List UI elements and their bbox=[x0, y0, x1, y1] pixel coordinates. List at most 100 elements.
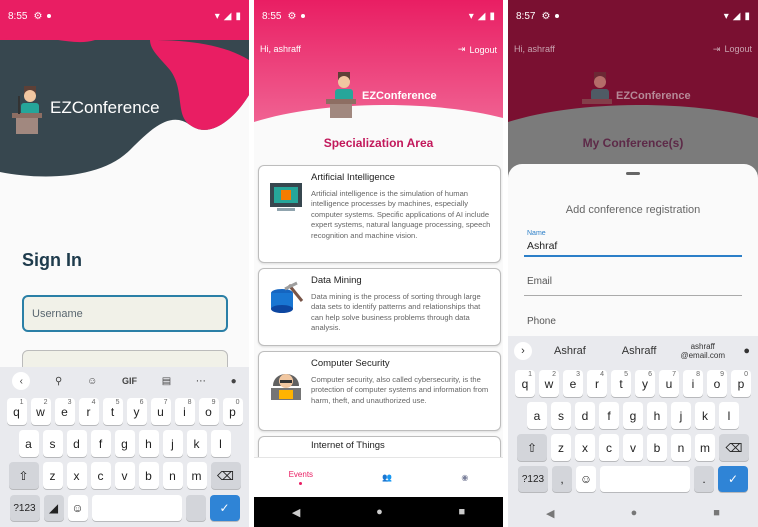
key-b[interactable]: b bbox=[647, 434, 667, 461]
key-u[interactable]: u7 bbox=[150, 398, 171, 425]
people-icon[interactable]: 👥 bbox=[382, 473, 392, 482]
emoji-key[interactable]: ☺ bbox=[67, 495, 88, 521]
key-z[interactable]: z bbox=[42, 462, 63, 489]
key-o[interactable]: o9 bbox=[707, 370, 727, 397]
key-e[interactable]: e3 bbox=[563, 370, 583, 397]
gif-button[interactable]: GIF bbox=[122, 376, 137, 386]
space-key[interactable] bbox=[91, 495, 182, 521]
key-t[interactable]: t5 bbox=[611, 370, 631, 397]
chevron-left-icon[interactable]: ‹ bbox=[12, 372, 31, 390]
key-i[interactable]: i8 bbox=[683, 370, 703, 397]
key-l[interactable]: l bbox=[210, 430, 231, 457]
key-v[interactable]: v bbox=[114, 462, 135, 489]
home-icon[interactable]: ● bbox=[631, 507, 638, 519]
nav-events[interactable]: Events bbox=[289, 470, 313, 485]
card-data-mining[interactable]: Data Mining Data mining is the process o… bbox=[258, 268, 501, 346]
key-x[interactable]: x bbox=[575, 434, 595, 461]
key-c[interactable]: c bbox=[599, 434, 619, 461]
key-q[interactable]: q1 bbox=[6, 398, 27, 425]
suggestion-2[interactable]: Ashraff bbox=[622, 345, 657, 357]
suggestion-1[interactable]: Ashraf bbox=[554, 345, 586, 357]
key-e[interactable]: e3 bbox=[54, 398, 75, 425]
key-f[interactable]: f bbox=[90, 430, 111, 457]
key-f[interactable]: f bbox=[599, 402, 619, 429]
shift-key[interactable]: ⇧ bbox=[8, 462, 39, 489]
key-h[interactable]: h bbox=[138, 430, 159, 457]
back-icon[interactable]: ◀ bbox=[292, 506, 300, 519]
period-key[interactable]: . bbox=[694, 466, 714, 492]
card-artificial-intelligence[interactable]: Artificial Intelligence Artificial intel… bbox=[258, 165, 501, 263]
key-x[interactable]: x bbox=[66, 462, 87, 489]
more-icon[interactable]: ⋯ bbox=[196, 376, 206, 387]
recents-icon[interactable]: ■ bbox=[458, 506, 465, 518]
sheet-drag-handle[interactable] bbox=[626, 172, 640, 175]
key-j[interactable]: j bbox=[671, 402, 691, 429]
back-icon[interactable]: ◀ bbox=[546, 507, 554, 520]
emoji-key[interactable]: ☺ bbox=[576, 466, 596, 492]
mic-icon[interactable]: ● bbox=[231, 376, 237, 387]
key-a[interactable]: a bbox=[18, 430, 39, 457]
key-r[interactable]: r4 bbox=[78, 398, 99, 425]
name-input[interactable]: Ashraf bbox=[527, 240, 557, 252]
key-v[interactable]: v bbox=[623, 434, 643, 461]
key-s[interactable]: s bbox=[551, 402, 571, 429]
key-n[interactable]: n bbox=[162, 462, 183, 489]
key-m[interactable]: m bbox=[695, 434, 715, 461]
profile-icon[interactable]: ◉ bbox=[461, 473, 468, 482]
key-n[interactable]: n bbox=[671, 434, 691, 461]
key-r[interactable]: r4 bbox=[587, 370, 607, 397]
sticker-icon[interactable]: ☺ bbox=[87, 376, 97, 387]
card-computer-security[interactable]: Computer Security Computer security, als… bbox=[258, 351, 501, 431]
key-h[interactable]: h bbox=[647, 402, 667, 429]
key-t[interactable]: t5 bbox=[102, 398, 123, 425]
suggestion-email[interactable]: ashraff @email.com bbox=[680, 342, 725, 360]
key-w[interactable]: w2 bbox=[30, 398, 51, 425]
enter-key[interactable]: ✓ bbox=[209, 495, 240, 521]
recents-icon[interactable]: ■ bbox=[713, 507, 720, 519]
key-y[interactable]: y6 bbox=[126, 398, 147, 425]
key-k[interactable]: k bbox=[695, 402, 715, 429]
key-g[interactable]: g bbox=[114, 430, 135, 457]
pointer-key[interactable]: ◢ bbox=[43, 495, 64, 521]
phone-input[interactable]: Phone bbox=[527, 316, 556, 327]
key-s[interactable]: s bbox=[42, 430, 63, 457]
key-p[interactable]: p0 bbox=[731, 370, 751, 397]
mic-icon[interactable]: ● bbox=[743, 345, 750, 357]
home-icon[interactable]: ● bbox=[376, 506, 383, 518]
clipboard-icon[interactable]: ▤ bbox=[162, 376, 171, 387]
backspace-key[interactable]: ⌫ bbox=[210, 462, 241, 489]
key-j[interactable]: j bbox=[162, 430, 183, 457]
backspace-key[interactable]: ⌫ bbox=[719, 434, 749, 461]
key-b[interactable]: b bbox=[138, 462, 159, 489]
key-c[interactable]: c bbox=[90, 462, 111, 489]
enter-key[interactable]: ✓ bbox=[718, 466, 748, 492]
key-q[interactable]: q1 bbox=[515, 370, 535, 397]
key-g[interactable]: g bbox=[623, 402, 643, 429]
comma-key[interactable]: , bbox=[552, 466, 572, 492]
symbols-key[interactable]: ?123 bbox=[9, 495, 40, 521]
key-a[interactable]: a bbox=[527, 402, 547, 429]
email-input[interactable]: Email bbox=[527, 276, 552, 287]
key-p[interactable]: p0 bbox=[222, 398, 243, 425]
logout-button[interactable]: ⇥ Logout bbox=[458, 44, 497, 55]
key-l[interactable]: l bbox=[719, 402, 739, 429]
symbols-key[interactable]: ?123 bbox=[518, 466, 548, 492]
key-hint: 8 bbox=[696, 371, 700, 378]
key-k[interactable]: k bbox=[186, 430, 207, 457]
key-w[interactable]: w2 bbox=[539, 370, 559, 397]
shift-key[interactable]: ⇧ bbox=[517, 434, 547, 461]
search-icon[interactable]: ⚲ bbox=[55, 376, 62, 387]
key-u[interactable]: u7 bbox=[659, 370, 679, 397]
key-z[interactable]: z bbox=[551, 434, 571, 461]
key-m[interactable]: m bbox=[186, 462, 207, 489]
chevron-right-icon[interactable]: › bbox=[514, 342, 532, 360]
logout-button[interactable]: ⇥ Logout bbox=[713, 44, 752, 55]
space-key[interactable] bbox=[600, 466, 690, 492]
username-input[interactable]: Username bbox=[22, 295, 228, 332]
key-d[interactable]: d bbox=[66, 430, 87, 457]
period-key[interactable] bbox=[185, 495, 206, 521]
key-i[interactable]: i8 bbox=[174, 398, 195, 425]
key-o[interactable]: o9 bbox=[198, 398, 219, 425]
key-d[interactable]: d bbox=[575, 402, 595, 429]
key-y[interactable]: y6 bbox=[635, 370, 655, 397]
